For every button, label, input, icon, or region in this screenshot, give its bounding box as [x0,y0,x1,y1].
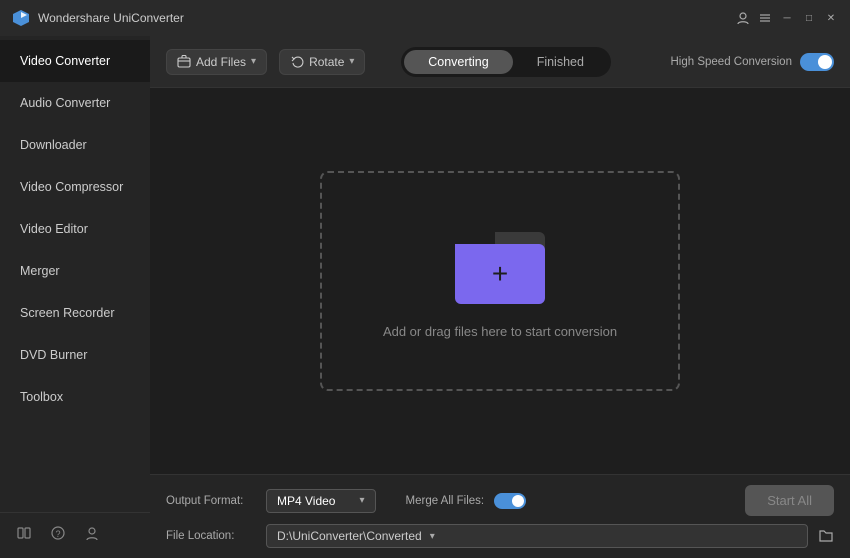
tab-finished[interactable]: Finished [513,50,608,74]
tab-group: Converting Finished [401,47,611,77]
high-speed-group: High Speed Conversion [671,53,834,71]
drop-zone-container: + Add or drag files here to start conver… [150,88,850,474]
bottom-bar: Output Format: MP4 Video ▾ Merge All Fil… [150,474,850,558]
sidebar-item-video-compressor[interactable]: Video Compressor [0,166,150,208]
output-format-label: Output Format: [166,495,256,507]
minimize-btn[interactable]: ─ [780,11,794,25]
sidebar-item-video-converter[interactable]: Video Converter [0,40,150,82]
file-location-label: File Location: [166,530,256,542]
maximize-btn[interactable]: □ [802,11,816,25]
plus-icon: + [492,260,508,288]
add-files-chevron-icon: ▾ [251,56,256,67]
account-icon[interactable] [84,525,100,546]
user-account-btn[interactable] [736,11,750,25]
menu-btn[interactable] [758,11,772,25]
sidebar-item-toolbox[interactable]: Toolbox [0,376,150,418]
sidebar-item-merger[interactable]: Merger [0,250,150,292]
merge-all-files-label: Merge All Files: [406,495,485,507]
output-format-select[interactable]: MP4 Video ▾ [266,489,376,513]
file-location-field[interactable]: D:\UniConverter\Converted ▾ [266,524,808,548]
app-icon [12,9,30,27]
tab-converting[interactable]: Converting [404,50,512,74]
open-folder-icon[interactable] [818,527,834,546]
folder-front: + [455,244,545,304]
file-location-row: File Location: D:\UniConverter\Converted… [166,524,834,548]
high-speed-label: High Speed Conversion [671,56,792,68]
rotate-chevron-icon: ▾ [349,56,354,67]
drop-zone[interactable]: + Add or drag files here to start conver… [320,171,680,391]
books-icon[interactable] [16,525,32,546]
top-bar: Add Files ▾ Rotate ▾ Converting Finished [150,36,850,88]
output-format-row: Output Format: MP4 Video ▾ Merge All Fil… [166,485,834,516]
app-title: Wondershare UniConverter [38,11,184,25]
sidebar-item-video-editor[interactable]: Video Editor [0,208,150,250]
sidebar-item-screen-recorder[interactable]: Screen Recorder [0,292,150,334]
high-speed-toggle[interactable] [800,53,834,71]
svg-text:?: ? [55,529,60,539]
folder-icon: + [455,224,545,304]
drop-zone-text: Add or drag files here to start conversi… [383,324,617,339]
close-btn[interactable]: ✕ [824,11,838,25]
sidebar-item-audio-converter[interactable]: Audio Converter [0,82,150,124]
title-bar: Wondershare UniConverter ─ □ ✕ [0,0,850,36]
file-location-chevron-icon: ▾ [430,531,435,542]
format-chevron-icon: ▾ [359,495,364,506]
merge-all-toggle[interactable] [494,493,526,509]
add-files-button[interactable]: Add Files ▾ [166,49,267,75]
help-icon[interactable]: ? [50,525,66,546]
sidebar-bottom: ? [0,512,150,558]
start-all-button[interactable]: Start All [745,485,834,516]
sidebar: Video Converter Audio Converter Download… [0,36,150,558]
rotate-button[interactable]: Rotate ▾ [279,49,365,75]
content-area: Add Files ▾ Rotate ▾ Converting Finished [150,36,850,558]
sidebar-item-downloader[interactable]: Downloader [0,124,150,166]
sidebar-item-dvd-burner[interactable]: DVD Burner [0,334,150,376]
